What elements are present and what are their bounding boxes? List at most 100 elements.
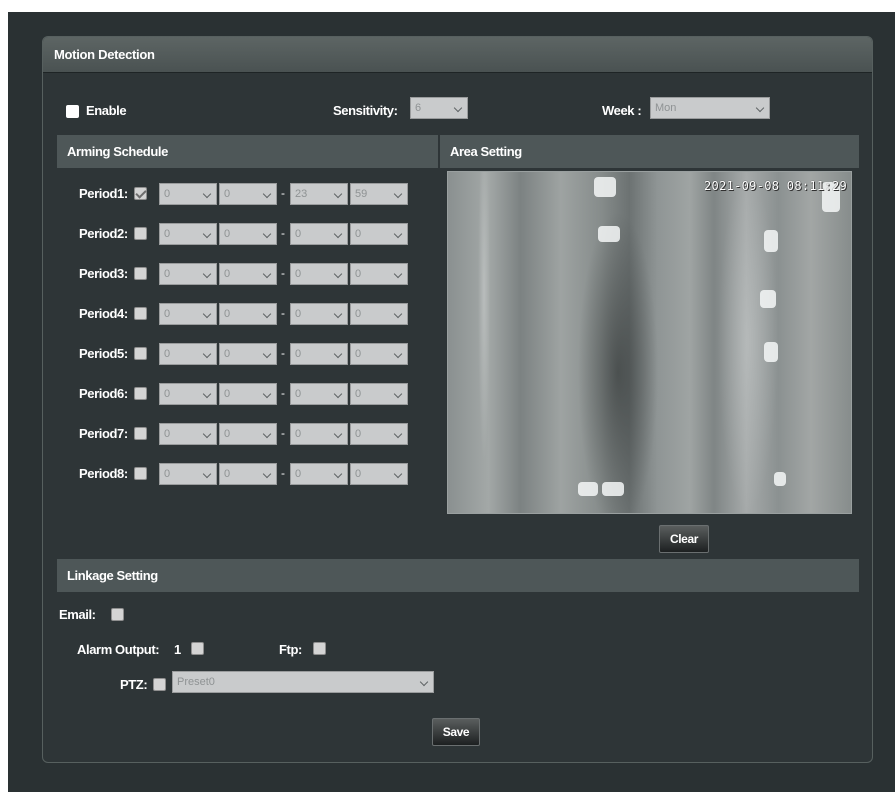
period-end-hour-select[interactable]: 0 [290, 463, 348, 485]
period-start-minute-select[interactable]: 0 [219, 423, 277, 445]
select-value: 0 [224, 428, 231, 440]
select-value: 0 [355, 428, 362, 440]
period-start-minute-select[interactable]: 0 [219, 343, 277, 365]
period-end-minute-select[interactable]: 59 [350, 183, 408, 205]
period-label: Period4: [79, 306, 128, 321]
period-checkbox[interactable] [134, 227, 147, 240]
light-streak [764, 342, 778, 362]
period-checkbox[interactable] [134, 347, 147, 360]
period-start-hour-select[interactable]: 0 [159, 383, 217, 405]
chevron-down-icon [202, 469, 212, 479]
chevron-down-icon [393, 269, 403, 279]
save-button[interactable]: Save [432, 718, 480, 746]
sensitivity-select[interactable]: 6 [410, 97, 468, 119]
period-start-minute-select[interactable]: 0 [219, 383, 277, 405]
period-start-minute-select[interactable]: 0 [219, 223, 277, 245]
period-checkbox[interactable] [134, 387, 147, 400]
light-streak [598, 226, 620, 242]
video-timestamp: 2021-09-08 08:11:29 [704, 179, 847, 193]
select-value: 0 [164, 348, 171, 360]
chevron-down-icon [202, 429, 212, 439]
chevron-down-icon [262, 389, 272, 399]
chevron-down-icon [393, 389, 403, 399]
chevron-down-icon [419, 677, 429, 687]
ptz-preset-select[interactable]: Preset0 [172, 671, 434, 693]
chevron-down-icon [453, 103, 463, 113]
chevron-down-icon [393, 229, 403, 239]
period-start-hour-select[interactable]: 0 [159, 423, 217, 445]
period-end-minute-select[interactable]: 0 [350, 423, 408, 445]
select-value: 0 [224, 388, 231, 400]
select-value: 0 [355, 268, 362, 280]
period-end-minute-select[interactable]: 0 [350, 223, 408, 245]
chevron-down-icon [333, 429, 343, 439]
period-start-hour-select[interactable]: 0 [159, 463, 217, 485]
period-checkbox[interactable] [134, 187, 147, 200]
select-value: 0 [164, 228, 171, 240]
period-end-minute-select[interactable]: 0 [350, 343, 408, 365]
period-start-hour-select[interactable]: 0 [159, 223, 217, 245]
period-end-minute-select[interactable]: 0 [350, 463, 408, 485]
period-end-minute-select[interactable]: 0 [350, 303, 408, 325]
motion-detection-panel: Motion Detection Enable Sensitivity: 6 W… [42, 36, 873, 763]
select-value: 0 [295, 468, 302, 480]
period-checkbox[interactable] [134, 427, 147, 440]
sensitivity-label: Sensitivity: [333, 103, 398, 118]
ptz-checkbox[interactable] [153, 678, 166, 691]
period-label: Period2: [79, 226, 128, 241]
email-label: Email: [59, 607, 96, 622]
period-checkbox[interactable] [134, 467, 147, 480]
period-start-minute-select[interactable]: 0 [219, 463, 277, 485]
select-value: 0 [224, 468, 231, 480]
arming-schedule-header: Arming Schedule [57, 135, 438, 168]
email-checkbox[interactable] [111, 608, 124, 621]
period-range-dash: - [281, 346, 285, 360]
ftp-checkbox[interactable] [313, 642, 326, 655]
period-end-hour-select[interactable]: 0 [290, 223, 348, 245]
alarm-output-label: Alarm Output: [77, 642, 160, 657]
period-start-hour-select[interactable]: 0 [159, 183, 217, 205]
select-value: 0 [355, 388, 362, 400]
chevron-down-icon [393, 429, 403, 439]
period-start-minute-select[interactable]: 0 [219, 183, 277, 205]
period-label: Period6: [79, 386, 128, 401]
page-left-margin [0, 0, 8, 792]
period-start-minute-select[interactable]: 0 [219, 263, 277, 285]
period-end-hour-select[interactable]: 0 [290, 383, 348, 405]
select-value: 0 [295, 428, 302, 440]
motion-area-video[interactable]: 2021-09-08 08:11:29 [447, 171, 852, 514]
period-start-hour-select[interactable]: 0 [159, 343, 217, 365]
period-end-hour-select[interactable]: 0 [290, 303, 348, 325]
period-end-hour-select[interactable]: 0 [290, 343, 348, 365]
ptz-preset-value: Preset0 [177, 676, 215, 688]
period-range-dash: - [281, 306, 285, 320]
select-value: 0 [355, 468, 362, 480]
period-label: Period7: [79, 426, 128, 441]
period-checkbox[interactable] [134, 267, 147, 280]
period-end-minute-select[interactable]: 0 [350, 383, 408, 405]
period-end-hour-select[interactable]: 23 [290, 183, 348, 205]
page-top-margin [0, 0, 895, 12]
light-streak [774, 472, 786, 486]
period-end-hour-select[interactable]: 0 [290, 263, 348, 285]
period-end-minute-select[interactable]: 0 [350, 263, 408, 285]
week-select[interactable]: Mon [650, 97, 770, 119]
period-range-dash: - [281, 386, 285, 400]
period-checkbox[interactable] [134, 307, 147, 320]
clear-button[interactable]: Clear [659, 525, 709, 553]
period-start-hour-select[interactable]: 0 [159, 303, 217, 325]
select-value: 0 [355, 348, 362, 360]
chevron-down-icon [333, 349, 343, 359]
enable-checkbox[interactable] [66, 105, 79, 118]
select-value: 0 [295, 348, 302, 360]
select-value: 0 [355, 308, 362, 320]
light-streak [764, 230, 778, 252]
period-label: Period1: [79, 186, 128, 201]
period-end-hour-select[interactable]: 0 [290, 423, 348, 445]
period-start-minute-select[interactable]: 0 [219, 303, 277, 325]
alarm-output-checkbox[interactable] [191, 642, 204, 655]
chevron-down-icon [202, 189, 212, 199]
period-range-dash: - [281, 466, 285, 480]
chevron-down-icon [333, 269, 343, 279]
period-start-hour-select[interactable]: 0 [159, 263, 217, 285]
